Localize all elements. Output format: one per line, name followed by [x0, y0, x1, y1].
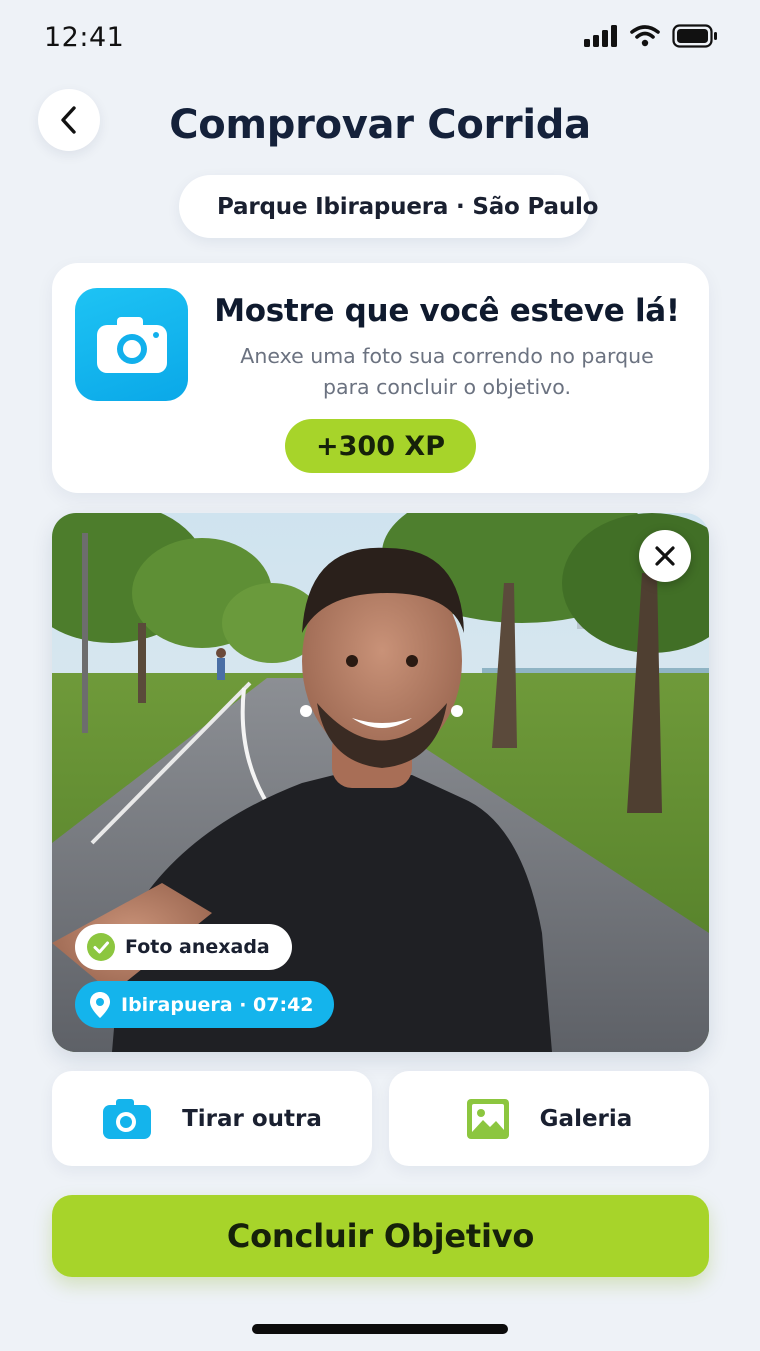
photo-attached-label: Foto anexada [125, 936, 270, 958]
gallery-button[interactable]: Galeria [389, 1071, 709, 1166]
home-indicator [252, 1324, 508, 1334]
photo-attached-tag: Foto anexada [75, 924, 292, 970]
gallery-label: Galeria [539, 1105, 633, 1132]
camera-icon [96, 316, 167, 373]
status-icons [584, 24, 718, 48]
xp-badge: +300 XP [285, 419, 476, 473]
runner-selfie-image [52, 513, 709, 1052]
location-text: Parque Ibirapuera · São Paulo [217, 193, 599, 220]
wifi-icon [630, 25, 660, 47]
card-description-line-1: Anexe uma foto sua correndo no parque [240, 344, 654, 368]
location-pin-icon [90, 991, 110, 1018]
camera-tile [75, 288, 188, 401]
photo-location-label: Ibirapuera · 07:42 [121, 993, 314, 1016]
battery-icon [672, 24, 717, 48]
complete-objective-button[interactable]: Concluir Objetivo [52, 1195, 709, 1277]
check-circle-icon [87, 933, 115, 961]
card-description-line-2: para concluir o objetivo. [323, 375, 571, 399]
camera-icon [103, 1098, 152, 1139]
location-pill: Parque Ibirapuera · São Paulo [179, 175, 598, 238]
cellular-signal-icon [584, 25, 617, 47]
card-description: Anexe uma foto sua correndo no parque pa… [212, 341, 682, 403]
status-time: 12:41 [44, 22, 125, 53]
attached-photo: Foto anexada Ibirapuera · 07:42 [52, 513, 709, 1052]
retake-photo-button[interactable]: Tirar outra [52, 1071, 372, 1166]
close-icon [655, 546, 675, 566]
card-title: Mostre que você esteve lá! [214, 293, 680, 329]
photo-location-tag: Ibirapuera · 07:42 [75, 981, 334, 1028]
page-title: Comprovar Corrida [169, 102, 591, 148]
remove-photo-button[interactable] [639, 530, 691, 582]
retake-photo-label: Tirar outra [182, 1105, 322, 1132]
info-card: Mostre que você esteve lá! Anexe uma fot… [52, 263, 709, 493]
image-gallery-icon [466, 1098, 509, 1139]
